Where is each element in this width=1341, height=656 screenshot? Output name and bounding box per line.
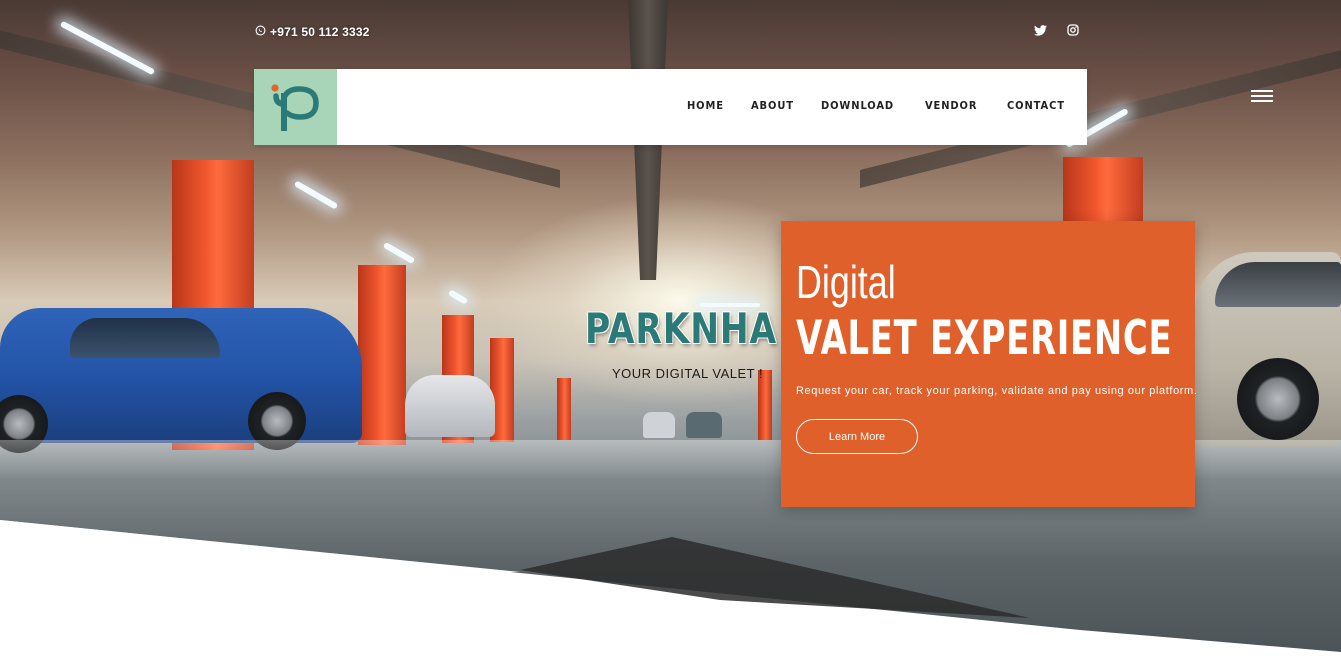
main-navbar: HOME ABOUT DOWNLOAD VENDOR CONTACT bbox=[254, 69, 1087, 145]
whatsapp-icon bbox=[255, 25, 266, 39]
brand-title: PARKNHA bbox=[585, 304, 777, 353]
hamburger-menu-icon[interactable] bbox=[1251, 90, 1273, 102]
nav-item-contact[interactable]: CONTACT bbox=[1007, 99, 1065, 112]
phone-number: +971 50 112 3332 bbox=[270, 25, 370, 39]
nav-item-home[interactable]: HOME bbox=[687, 99, 724, 112]
twitter-icon bbox=[1033, 24, 1047, 36]
learn-more-button[interactable]: Learn More bbox=[796, 419, 918, 454]
instagram-link[interactable] bbox=[1065, 22, 1081, 38]
brand-tagline: YOUR DIGITAL VALET ! bbox=[612, 366, 764, 381]
phone-contact[interactable]: +971 50 112 3332 bbox=[255, 25, 370, 39]
nav-item-vendor[interactable]: VENDOR bbox=[925, 99, 977, 112]
card-pre-title: Digital bbox=[796, 256, 896, 308]
instagram-icon bbox=[1067, 24, 1079, 36]
card-description: Request your car, track your parking, va… bbox=[796, 385, 1198, 397]
hero-card: Digital VALET EXPERIENCE Request your ca… bbox=[781, 221, 1198, 507]
hero-section: +971 50 112 3332 HOME ABOUT DOWNLOAD VEN bbox=[0, 0, 1341, 656]
logo-p-icon bbox=[271, 84, 319, 131]
twitter-link[interactable] bbox=[1032, 22, 1048, 38]
card-title: VALET EXPERIENCE bbox=[796, 311, 1173, 366]
nav-item-download[interactable]: DOWNLOAD bbox=[821, 99, 894, 112]
nav-item-about[interactable]: ABOUT bbox=[751, 99, 794, 112]
site-logo[interactable] bbox=[254, 69, 337, 145]
nav-menu: HOME ABOUT DOWNLOAD VENDOR CONTACT bbox=[687, 99, 1071, 112]
